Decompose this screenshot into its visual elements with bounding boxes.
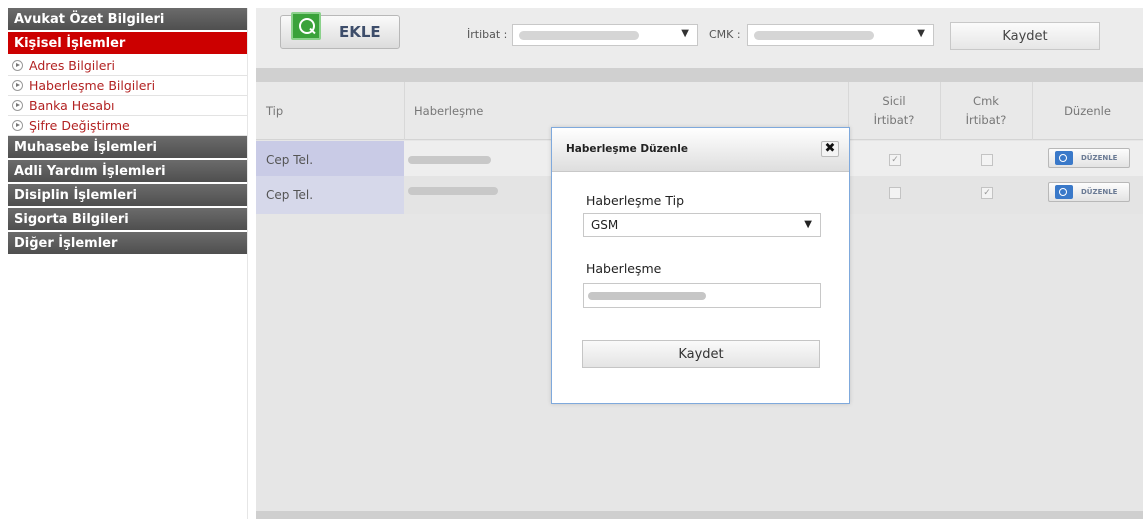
save-button[interactable]: Kaydet xyxy=(950,22,1100,50)
dialog-save-button[interactable]: Kaydet xyxy=(582,340,820,368)
comm-input[interactable] xyxy=(583,283,821,308)
redacted-value xyxy=(408,156,491,164)
add-button[interactable]: EKLE xyxy=(280,12,400,49)
type-select-value: GSM xyxy=(591,218,619,232)
sidebar-item-label: Adres Bilgileri xyxy=(29,57,116,73)
sidebar-section-adli-yardim[interactable]: Adli Yardım İşlemleri xyxy=(8,160,247,184)
cmk-select[interactable]: ▼ xyxy=(747,24,934,46)
grid-footer-strip xyxy=(256,511,1143,519)
header-edit: Düzenle xyxy=(1064,103,1111,118)
dialog-title: Haberleşme Düzenle xyxy=(566,143,688,155)
type-label: Haberleşme Tip xyxy=(586,193,684,208)
sidebar-item-banka[interactable]: Banka Hesabı xyxy=(8,96,247,116)
edit-button[interactable]: DÜZENLE xyxy=(1048,148,1130,168)
row-type: Cep Tel. xyxy=(256,141,404,179)
redacted-value xyxy=(588,292,706,300)
add-button-label: EKLE xyxy=(339,23,381,41)
header-sicil-line1: Sicil xyxy=(882,94,906,108)
contact-label: İrtibat : xyxy=(467,28,508,41)
sidebar-item-haberlesme[interactable]: Haberleşme Bilgileri xyxy=(8,76,247,96)
header-type: Tip xyxy=(266,104,284,118)
header-cmk-line2: İrtibat? xyxy=(965,113,1007,127)
redacted-value xyxy=(754,31,874,40)
column-divider xyxy=(404,82,405,140)
edit-icon xyxy=(1055,151,1073,165)
sidebar-item-adres[interactable]: Adres Bilgileri xyxy=(8,56,247,76)
zoom-in-icon xyxy=(291,12,321,40)
sidebar-section-diger[interactable]: Diğer İşlemler xyxy=(8,232,247,256)
sidebar-section-label: Avukat Özet Bilgileri xyxy=(14,12,165,27)
dialog-header: Haberleşme Düzenle ✖ xyxy=(552,128,849,172)
app-root: Avukat Özet Bilgileri Kişisel İşlemler A… xyxy=(0,0,1143,519)
edit-dialog: Haberleşme Düzenle ✖ Haberleşme Tip GSM … xyxy=(551,127,850,404)
sidebar-section-label: Muhasebe İşlemleri xyxy=(14,140,157,155)
arrow-circle-icon xyxy=(12,60,23,71)
contact-select[interactable]: ▼ xyxy=(512,24,698,46)
header-cmk-line1: Cmk xyxy=(973,94,999,108)
sicil-checkbox[interactable] xyxy=(889,187,901,199)
sidebar-item-sifre[interactable]: Şifre Değiştirme xyxy=(8,116,247,136)
edit-button[interactable]: DÜZENLE xyxy=(1048,182,1130,202)
sidebar-section-sigorta[interactable]: Sigorta Bilgileri xyxy=(8,208,247,232)
edit-button-label: DÜZENLE xyxy=(1081,188,1118,196)
toolbar: EKLE İrtibat : ▼ CMK : ▼ Kaydet xyxy=(256,8,1143,68)
sidebar-section-label: Adli Yardım İşlemleri xyxy=(14,164,166,179)
cmk-checkbox[interactable]: ✓ xyxy=(981,187,993,199)
grid-toolbar-strip xyxy=(256,68,1143,82)
sidebar-item-label: Banka Hesabı xyxy=(29,97,115,113)
sidebar-section-label: Kişisel İşlemler xyxy=(14,36,126,51)
sidebar-section-label: Disiplin İşlemleri xyxy=(14,188,137,203)
sidebar-section-avukat-ozet[interactable]: Avukat Özet Bilgileri xyxy=(8,8,247,32)
sidebar: Avukat Özet Bilgileri Kişisel İşlemler A… xyxy=(8,8,248,519)
arrow-circle-icon xyxy=(12,100,23,111)
sidebar-section-kisisel-islemler[interactable]: Kişisel İşlemler xyxy=(8,32,247,56)
sidebar-item-label: Haberleşme Bilgileri xyxy=(29,77,156,93)
close-icon[interactable]: ✖ xyxy=(821,141,839,157)
chevron-down-icon: ▼ xyxy=(681,28,689,39)
comm-label: Haberleşme xyxy=(586,261,662,276)
arrow-circle-icon xyxy=(12,120,23,131)
sidebar-section-disiplin[interactable]: Disiplin İşlemleri xyxy=(8,184,247,208)
cmk-label: CMK : xyxy=(709,28,741,41)
header-sicil-line2: İrtibat? xyxy=(873,113,915,127)
row-type: Cep Tel. xyxy=(256,176,404,214)
type-select[interactable]: GSM ▼ xyxy=(583,213,821,237)
chevron-down-icon: ▼ xyxy=(917,28,925,39)
sidebar-item-label: Şifre Değiştirme xyxy=(29,117,130,133)
edit-button-label: DÜZENLE xyxy=(1081,154,1118,162)
edit-icon xyxy=(1055,185,1073,199)
redacted-value xyxy=(519,31,639,40)
redacted-value xyxy=(408,187,498,195)
sicil-checkbox[interactable]: ✓ xyxy=(889,154,901,166)
chevron-down-icon: ▼ xyxy=(804,219,812,230)
header-cmk: Cmk İrtibat? xyxy=(940,82,1032,140)
sidebar-section-muhasebe[interactable]: Muhasebe İşlemleri xyxy=(8,136,247,160)
sidebar-section-label: Diğer İşlemler xyxy=(14,236,118,251)
arrow-circle-icon xyxy=(12,80,23,91)
sidebar-section-label: Sigorta Bilgileri xyxy=(14,212,129,227)
header-sicil: Sicil İrtibat? xyxy=(848,82,940,140)
cmk-checkbox[interactable] xyxy=(981,154,993,166)
